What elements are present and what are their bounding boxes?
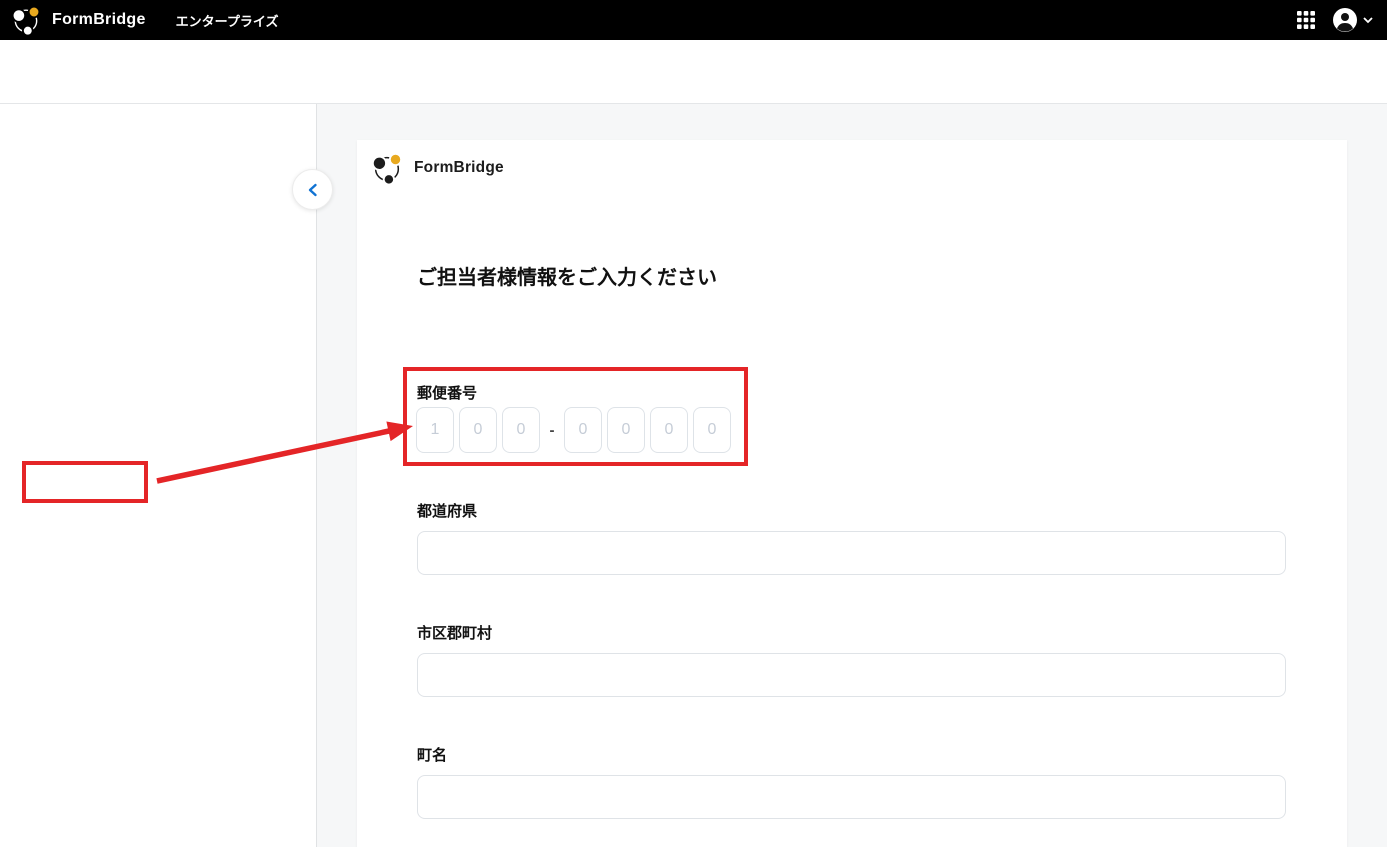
chevron-down-icon xyxy=(1363,17,1373,24)
postal-digit-input[interactable] xyxy=(416,407,454,453)
town-label: 町名 xyxy=(417,744,447,765)
apps-grid-icon[interactable] xyxy=(1296,10,1316,30)
prefecture-input[interactable] xyxy=(417,531,1286,575)
brand-name: FormBridge xyxy=(52,11,146,29)
city-label: 市区郡町村 xyxy=(417,622,492,643)
city-input[interactable] xyxy=(417,653,1286,697)
postal-digit-input[interactable] xyxy=(650,407,688,453)
postal-separator: - xyxy=(545,422,559,439)
formbridge-logo-icon xyxy=(370,151,404,185)
account-menu[interactable] xyxy=(1332,7,1373,33)
sidebar-divider xyxy=(316,104,317,847)
form-brand-name: FormBridge xyxy=(414,159,504,177)
form-brand-row: FormBridge xyxy=(370,151,504,185)
postal-digit-input[interactable] xyxy=(459,407,497,453)
builder-sidebar xyxy=(0,104,317,847)
postal-digit-input[interactable] xyxy=(607,407,645,453)
prefecture-label: 都道府県 xyxy=(417,500,477,521)
formbridge-app: FormBridge エンタープライズ xyxy=(0,0,1387,847)
postal-digit-input[interactable] xyxy=(564,407,602,453)
postal-digit-input[interactable] xyxy=(693,407,731,453)
postal-code-inputs: - xyxy=(416,407,736,453)
postal-code-label: 郵便番号 xyxy=(417,382,477,403)
account-icon xyxy=(1332,7,1358,33)
town-input[interactable] xyxy=(417,775,1286,819)
form-heading: ご担当者様情報をご入力ください xyxy=(417,261,717,290)
form-preview-card xyxy=(357,140,1347,847)
top-app-bar: FormBridge エンタープライズ xyxy=(0,0,1387,40)
plan-label: エンタープライズ xyxy=(176,11,279,30)
formbridge-logo-icon xyxy=(10,4,42,36)
postal-digit-input[interactable] xyxy=(502,407,540,453)
form-header-bar xyxy=(0,40,1387,104)
collapse-sidebar-button[interactable] xyxy=(292,169,333,210)
